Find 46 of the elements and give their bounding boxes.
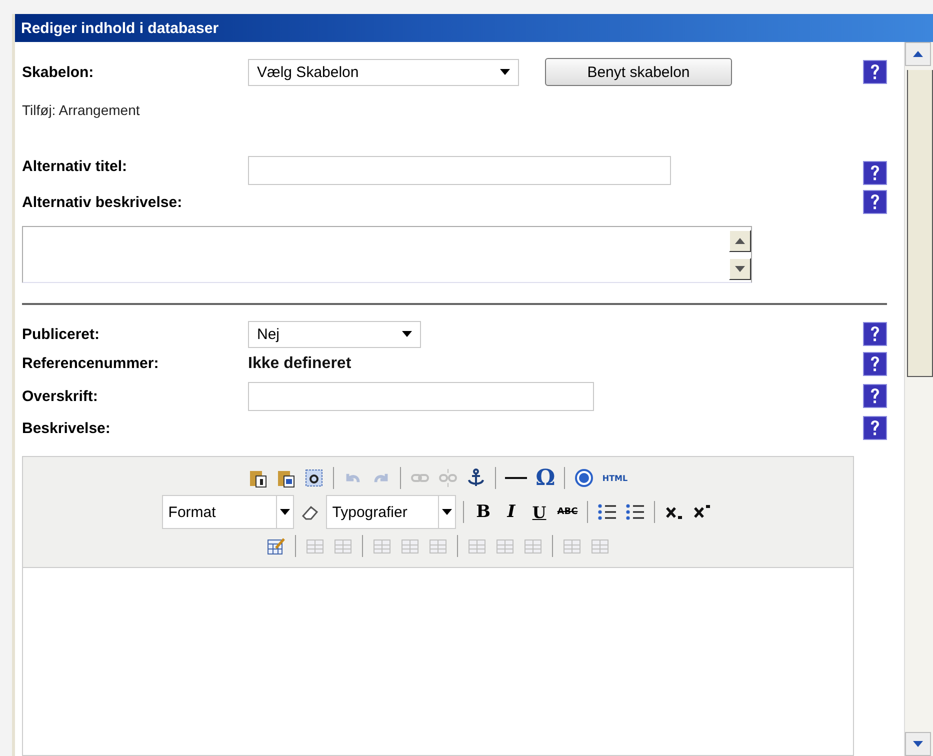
scroll-up-button[interactable] [905, 42, 931, 66]
style-dropdown[interactable]: Format [162, 495, 294, 530]
unlink-icon [438, 468, 458, 488]
undo-icon [346, 472, 360, 484]
input-field[interactable] [248, 382, 594, 411]
scroll-down-button[interactable] [905, 732, 931, 756]
caret-icon [442, 509, 452, 516]
list-icon [624, 502, 645, 522]
down-arrow-icon [913, 741, 923, 747]
add-note: Tilføj: Arrangement [22, 102, 141, 118]
up-arrow-icon [735, 238, 745, 244]
field-label: Referencenummer: [22, 355, 160, 372]
field-label: Alternativ titel: [22, 158, 128, 178]
toolbar-button[interactable]: I [499, 500, 524, 524]
published-select[interactable]: Nej [248, 320, 421, 348]
field-label: Alternativ beskrivelse: [22, 194, 184, 211]
anchor-icon [466, 468, 486, 488]
table-icon [266, 536, 286, 556]
toolbar-button[interactable]: B [471, 500, 496, 524]
field-label: Publiceret: [22, 326, 101, 343]
caret-icon [735, 266, 745, 272]
toolbar-button[interactable]: Ω [533, 466, 558, 490]
reference-value: Ikke defineret [248, 354, 352, 372]
input-field[interactable] [248, 156, 671, 186]
caret-icon [402, 331, 412, 338]
select-all-icon [304, 468, 324, 488]
template-select[interactable]: Vælg Skabelon [248, 58, 519, 86]
toolbar-button[interactable]: U [527, 500, 552, 524]
list-icon [596, 502, 617, 522]
field-label: Overskrift: [22, 388, 99, 405]
toolbar-button[interactable]: ABC [555, 500, 580, 524]
paste-icon [248, 468, 268, 488]
horizontal-rule-icon [505, 477, 528, 480]
window-title: Rediger indhold i databaser [15, 14, 933, 42]
redo-icon [374, 472, 388, 484]
style-dropdown[interactable]: Typografier [326, 495, 456, 530]
field-label: Beskrivelse: [22, 420, 112, 437]
caret-icon [280, 509, 290, 516]
field-label: Skabelon: [22, 64, 95, 81]
scrollbar-thumb[interactable] [907, 70, 933, 377]
paste-icon [276, 468, 296, 488]
apply-template-button[interactable]: Benyt skabelon [545, 58, 732, 86]
toolbar-button[interactable]: HTML [600, 466, 630, 490]
caret-icon [500, 69, 510, 76]
rich-text-editor[interactable]: Ω HTML Format Typografier B I U ABC [22, 456, 854, 756]
up-arrow-icon [913, 51, 923, 57]
